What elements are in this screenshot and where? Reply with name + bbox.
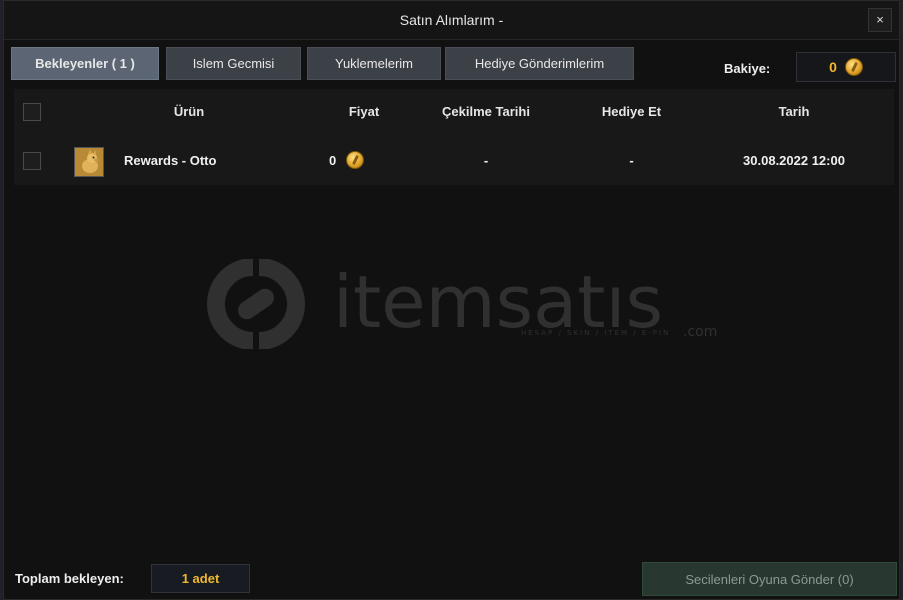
modal-title: Satın Alımlarım - bbox=[399, 12, 504, 28]
itemsatis-watermark-logo: itemsatıs HESAP / SKIN / ITEM / E-PIN .c… bbox=[207, 259, 717, 349]
otto-item-icon bbox=[74, 147, 104, 177]
send-selected-to-game-button[interactable]: Secilenleri Oyuna Gönder (0) bbox=[642, 562, 897, 596]
header-price: Fiyat bbox=[348, 104, 380, 119]
pending-total-label: Toplam bekleyen: bbox=[15, 571, 124, 586]
row-product: Rewards - Otto bbox=[124, 153, 217, 168]
itemsatis-logo-icon bbox=[207, 259, 305, 349]
title-bar: Satın Alımlarım - × bbox=[4, 1, 899, 40]
row-withdraw-date: - bbox=[483, 153, 489, 168]
table-row[interactable]: Rewards - Otto 0 - - 30.08.2022 12:00 bbox=[14, 137, 894, 185]
pending-count: 1 adet bbox=[151, 564, 250, 593]
row-price: 0 bbox=[329, 152, 337, 168]
purchases-modal: Satın Alımlarım - × Bekleyenler ( 1 ) Is… bbox=[3, 0, 900, 600]
balance-display: 0 bbox=[796, 52, 896, 82]
row-date: 30.08.2022 12:00 bbox=[743, 153, 845, 168]
tab-pending[interactable]: Bekleyenler ( 1 ) bbox=[11, 47, 159, 80]
header-withdraw-date: Çekilme Tarihi bbox=[442, 104, 530, 119]
select-all-checkbox[interactable] bbox=[23, 103, 41, 121]
row-gift: - bbox=[629, 153, 634, 168]
watermark-tagline: HESAP / SKIN / ITEM / E-PIN bbox=[521, 329, 670, 337]
gold-coin-icon bbox=[844, 58, 863, 76]
gold-coin-icon bbox=[346, 151, 365, 169]
header-gift: Hediye Et bbox=[601, 104, 662, 119]
tab-gift-sends[interactable]: Hediye Gönderimlerim bbox=[445, 47, 634, 80]
table-header: Ürün Fiyat Çekilme Tarihi Hediye Et Tari… bbox=[14, 89, 894, 135]
row-checkbox[interactable] bbox=[23, 152, 41, 170]
pending-table: Ürün Fiyat Çekilme Tarihi Hediye Et Tari… bbox=[14, 89, 894, 185]
tab-transaction-history[interactable]: Islem Gecmisi bbox=[166, 47, 301, 80]
header-product: Ürün bbox=[173, 104, 205, 119]
header-date: Tarih bbox=[778, 104, 810, 119]
row-price-cell: 0 bbox=[329, 151, 365, 169]
balance-label: Bakiye: bbox=[724, 61, 771, 76]
tab-uploads[interactable]: Yuklemelerim bbox=[307, 47, 441, 80]
balance-value: 0 bbox=[829, 59, 837, 75]
close-button[interactable]: × bbox=[868, 8, 892, 32]
watermark-suffix: .com bbox=[683, 324, 717, 340]
